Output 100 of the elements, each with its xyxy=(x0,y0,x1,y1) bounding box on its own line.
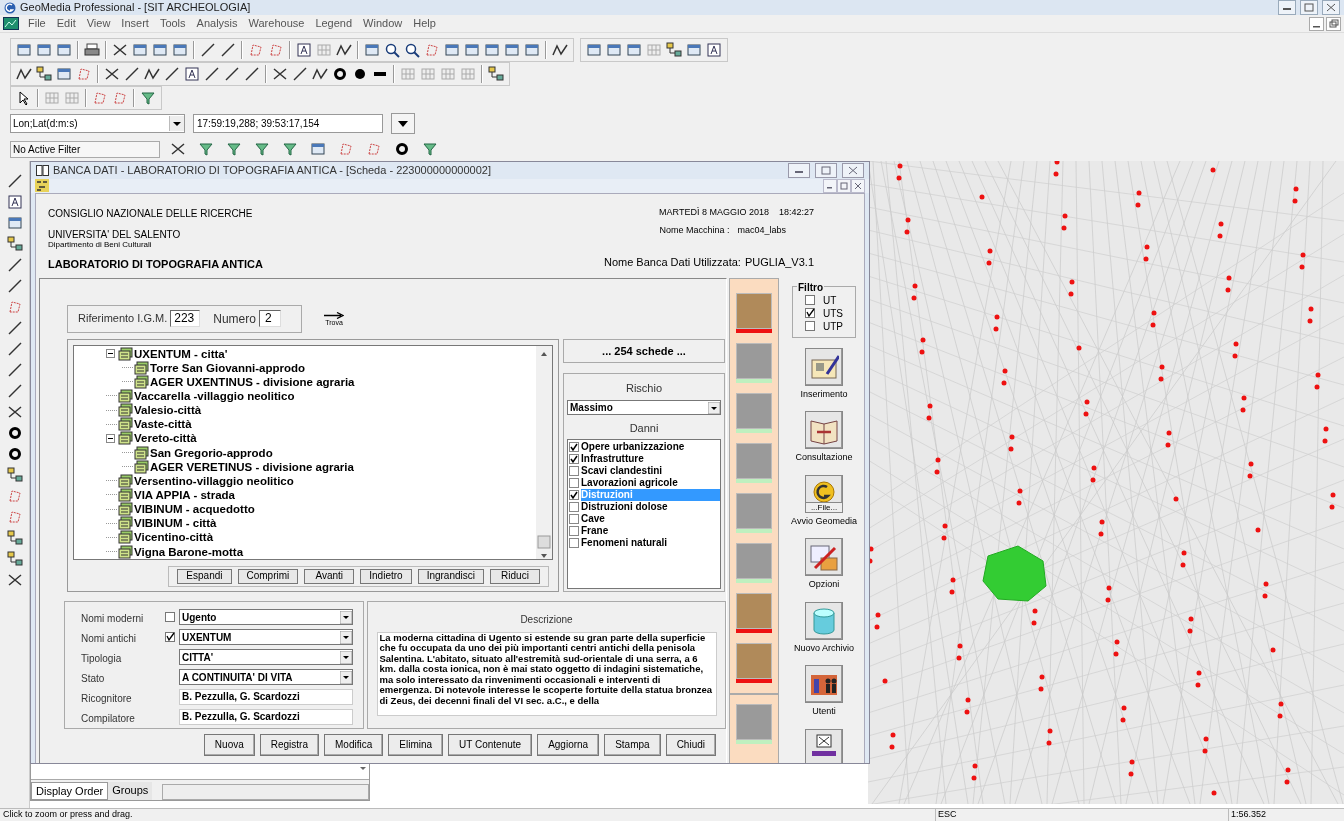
checkbox[interactable] xyxy=(569,525,579,536)
close-icon[interactable] xyxy=(851,178,865,193)
damage-item[interactable]: Fenomeni naturali xyxy=(581,536,720,549)
checkbox[interactable] xyxy=(805,308,815,318)
node-icon[interactable] xyxy=(4,528,25,548)
minimize-icon[interactable] xyxy=(788,162,810,178)
tree-item[interactable]: Valesio-città xyxy=(134,403,202,418)
label-icon[interactable] xyxy=(704,40,724,60)
dropdown-field[interactable]: UXENTUM xyxy=(179,629,353,645)
damage-item[interactable]: Infrastrutture xyxy=(581,452,720,465)
node-icon[interactable] xyxy=(4,549,25,569)
tree-item[interactable]: AGER UXENTINUS - divisione agraria xyxy=(150,374,355,389)
label-icon[interactable] xyxy=(294,40,314,60)
collapse-icon[interactable] xyxy=(106,349,115,359)
menu-item[interactable]: Insert xyxy=(116,15,154,32)
checkbox[interactable] xyxy=(569,513,579,524)
checkbox[interactable] xyxy=(165,632,175,642)
tree-item[interactable]: Vigna Barone-motta xyxy=(134,544,244,559)
action-button[interactable]: Aggiorna xyxy=(537,733,600,756)
side-button[interactable] xyxy=(805,728,843,763)
dropdown-arrow-icon[interactable] xyxy=(340,610,352,624)
checkbox[interactable] xyxy=(805,295,815,305)
dropdown-arrow-icon[interactable] xyxy=(340,670,352,684)
collapse-icon[interactable] xyxy=(106,433,115,443)
maximize-icon[interactable] xyxy=(815,162,837,178)
coordinate-system-dropdown[interactable]: Lon;Lat(d:m:s) xyxy=(10,114,185,133)
close-icon[interactable] xyxy=(842,162,864,178)
tree-item[interactable]: San Gregorio-approdo xyxy=(150,445,273,460)
close-icon[interactable] xyxy=(1322,0,1340,15)
tree-item[interactable]: Vaccarella -villaggio neolitico xyxy=(134,389,295,403)
side-button[interactable] xyxy=(805,347,843,386)
tree-item[interactable]: VIBINUM - città xyxy=(134,516,217,531)
damage-item[interactable]: Frane xyxy=(581,524,720,537)
tree-button[interactable]: Riduci xyxy=(490,568,540,584)
tree-button[interactable]: Ingrandisci xyxy=(417,568,484,584)
tree-button[interactable]: Indietro xyxy=(360,568,412,584)
menu-item[interactable]: Analysis xyxy=(191,15,243,32)
description-text[interactable]: La moderna cittadina di Ugento si estende su gran parte della superficie che fu occupata da uno dei più importanti centri antichi della penisola Salentina. L'abitato, situato all'estremità sud-orientale di una serra, a 6 km. dalla costa ionica, non è mai stato oggetto di indagini sistematiche, ma solo interessato da rinvenimenti occasionali e interventi di emergenza. Di notevole interesse le scoperte fortuite della statua bronzea di Zeus, dei decenni finali del VI sec. a.C., e della xyxy=(376,631,717,716)
menu-item[interactable]: Window xyxy=(358,15,408,32)
action-button[interactable]: Nuova xyxy=(203,733,255,756)
damage-item[interactable]: Distruzioni dolose xyxy=(581,500,720,513)
node-icon[interactable] xyxy=(4,465,25,485)
side-button[interactable] xyxy=(805,665,843,703)
action-button[interactable]: Chiudi xyxy=(665,733,716,756)
tree-button[interactable]: Comprimi xyxy=(237,568,299,584)
dropdown-field[interactable]: Ugento xyxy=(179,609,353,625)
checkbox[interactable] xyxy=(569,477,579,488)
menu-item[interactable]: Warehouse xyxy=(243,15,310,32)
menu-item[interactable]: Tools xyxy=(154,15,191,32)
checkbox[interactable] xyxy=(569,453,579,464)
action-button[interactable]: UT Contenute xyxy=(448,733,533,756)
reference-field[interactable]: 223 xyxy=(170,310,201,327)
node-icon[interactable] xyxy=(486,64,506,84)
legend-tab[interactable]: Display Order xyxy=(31,782,109,800)
menu-item[interactable]: Legend xyxy=(310,15,358,32)
damage-item[interactable]: Lavorazioni agricole xyxy=(581,476,720,489)
minimize-icon[interactable] xyxy=(1278,0,1296,15)
tree-button[interactable]: Avanti xyxy=(304,568,355,584)
damage-item[interactable]: Scavi clandestini xyxy=(581,464,720,477)
tree-item[interactable]: VIA APPIA - strada xyxy=(134,487,235,502)
checkbox[interactable] xyxy=(569,501,579,512)
damage-item[interactable]: Cave xyxy=(581,512,720,525)
coordinate-field[interactable]: 17:59:19,288; 39:53:17,154 xyxy=(193,114,383,133)
node-icon[interactable] xyxy=(4,234,25,254)
tree-item[interactable]: Vicentino-città xyxy=(134,530,214,545)
number-field[interactable]: 2 xyxy=(258,310,281,327)
node-icon[interactable] xyxy=(664,40,684,60)
side-button[interactable]: ...File... xyxy=(805,474,843,513)
tree-item[interactable]: UXENTUM - citta' xyxy=(134,346,228,361)
checkbox[interactable] xyxy=(165,612,175,622)
action-button[interactable]: Registra xyxy=(259,733,319,756)
tree-item[interactable]: AGER VERETINUS - divisione agraria xyxy=(150,459,354,474)
minimize-icon[interactable] xyxy=(823,178,837,193)
dropdown-arrow-icon[interactable] xyxy=(340,630,352,644)
node-icon[interactable] xyxy=(34,64,54,84)
label-icon[interactable] xyxy=(182,64,202,84)
legend-tab[interactable]: Groups xyxy=(108,782,153,800)
action-button[interactable]: Modifica xyxy=(324,733,384,756)
minimize-icon[interactable] xyxy=(1309,16,1324,31)
menu-item[interactable]: Edit xyxy=(51,15,81,32)
text-field[interactable]: B. Pezzulla, G. Scardozzi xyxy=(179,689,353,705)
menu-item[interactable]: File xyxy=(23,15,51,32)
scrollbar[interactable] xyxy=(536,345,552,559)
dropdown-field[interactable]: A CONTINUITA' DI VITA xyxy=(179,669,353,685)
dropdown-arrow-icon[interactable] xyxy=(340,650,352,664)
risk-dropdown[interactable]: Massimo xyxy=(567,400,721,415)
tree-button[interactable]: Espandi xyxy=(177,568,232,584)
text-field[interactable]: B. Pezzulla, G. Scardozzi xyxy=(179,709,353,725)
checkbox[interactable] xyxy=(569,537,579,548)
tree-item[interactable]: Vereto-città xyxy=(134,431,197,446)
dropdown-arrow-icon[interactable] xyxy=(708,401,720,414)
restore-icon[interactable] xyxy=(1326,16,1341,31)
tree-item[interactable]: Torre San Giovanni-approdo xyxy=(150,360,306,375)
checkbox[interactable] xyxy=(569,441,579,452)
tree-item[interactable]: Vaste-città xyxy=(134,417,192,432)
menu-item[interactable]: Help xyxy=(408,15,441,32)
checkbox[interactable] xyxy=(805,321,815,331)
menu-item[interactable]: View xyxy=(81,15,116,32)
checkbox[interactable] xyxy=(569,489,579,500)
action-button[interactable]: Stampa xyxy=(604,733,661,756)
